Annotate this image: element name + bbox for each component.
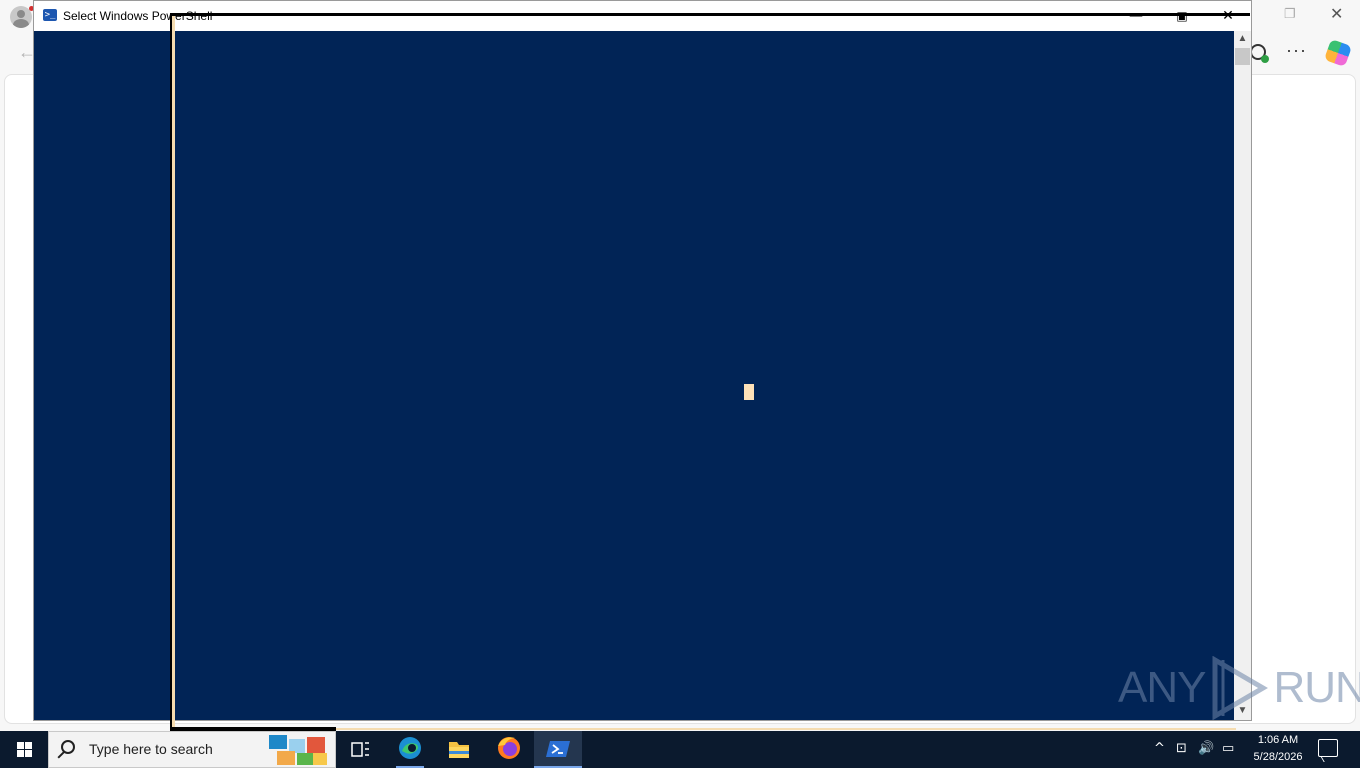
search-icon bbox=[61, 740, 75, 754]
folder-icon bbox=[449, 742, 469, 758]
firefox-taskbar-button[interactable] bbox=[485, 731, 533, 768]
powershell-taskbar-button[interactable] bbox=[534, 731, 582, 768]
desktop-screen: ← ❐ ✕ ··· >_ Select Windows PowerShell —… bbox=[0, 0, 1360, 768]
text-cursor bbox=[744, 384, 754, 400]
powershell-icon: >_ bbox=[43, 9, 57, 21]
watermark-text-right: RUN bbox=[1273, 663, 1360, 712]
meet-now-icon[interactable]: ⊡ bbox=[1176, 741, 1187, 756]
notification-center-icon[interactable] bbox=[1318, 739, 1338, 757]
console-area[interactable] bbox=[34, 31, 1234, 720]
search-placeholder: Type here to search bbox=[89, 741, 213, 757]
browser-close-icon[interactable]: ✕ bbox=[1330, 4, 1343, 24]
watermark-text-left: ANY bbox=[1118, 663, 1206, 712]
windows-logo-tile bbox=[25, 742, 32, 749]
minimize-button[interactable]: — bbox=[1116, 5, 1156, 27]
task-view-icon bbox=[351, 742, 369, 757]
file-explorer-taskbar-button[interactable] bbox=[435, 731, 483, 768]
title-bar[interactable]: >_ Select Windows PowerShell — ▣ ✕ bbox=[34, 1, 1251, 31]
extension-icon[interactable] bbox=[1250, 44, 1269, 63]
maximize-button[interactable]: ▣ bbox=[1162, 5, 1202, 27]
browser-restore-icon[interactable]: ❐ bbox=[1284, 6, 1296, 22]
copilot-icon[interactable] bbox=[1323, 38, 1353, 68]
taskbar-clock[interactable]: 1:06 AM 5/28/2026 bbox=[1246, 732, 1310, 766]
windows-logo-tile bbox=[17, 750, 24, 757]
window-title: Select Windows PowerShell bbox=[63, 9, 213, 23]
powershell-taskbar-icon bbox=[546, 741, 570, 757]
clock-date: 5/28/2026 bbox=[1253, 751, 1303, 763]
firefox-icon bbox=[498, 737, 520, 759]
start-button[interactable] bbox=[0, 731, 48, 768]
selection-outline-left bbox=[170, 16, 175, 730]
scroll-up-arrow-icon[interactable]: ▲ bbox=[1234, 33, 1251, 44]
selection-outline-top bbox=[170, 13, 1250, 16]
windows-logo-tile bbox=[25, 750, 32, 757]
network-icon[interactable]: ▭ bbox=[1222, 741, 1234, 756]
anyrun-watermark: ANY RUN bbox=[1118, 656, 1360, 720]
edge-taskbar-button[interactable] bbox=[386, 731, 434, 768]
scrollbar-thumb[interactable] bbox=[1235, 48, 1250, 65]
windows-logo-icon bbox=[17, 742, 24, 749]
show-hidden-icons-button[interactable]: ^ bbox=[1154, 741, 1165, 756]
clock-time: 1:06 AM bbox=[1257, 734, 1299, 746]
more-options-icon[interactable]: ··· bbox=[1286, 40, 1307, 61]
close-button[interactable]: ✕ bbox=[1208, 5, 1248, 27]
taskbar-search-box[interactable]: Type here to search bbox=[48, 731, 336, 768]
selection-outline-bottom-highlight bbox=[336, 728, 1236, 730]
task-view-button[interactable] bbox=[336, 731, 384, 768]
taskbar: Type here to search ^ ⊡ 🔊 ▭ 1:06 AM 5/28… bbox=[0, 731, 1360, 768]
vertical-scrollbar[interactable]: ▲ ▼ bbox=[1234, 31, 1251, 720]
volume-icon[interactable]: 🔊 bbox=[1198, 741, 1214, 756]
search-highlight-puzzle-icon[interactable] bbox=[267, 733, 329, 767]
play-logo-icon bbox=[1212, 656, 1269, 720]
powershell-window[interactable]: >_ Select Windows PowerShell — ▣ ✕ ▲ ▼ bbox=[33, 0, 1252, 721]
edge-icon bbox=[399, 737, 421, 759]
